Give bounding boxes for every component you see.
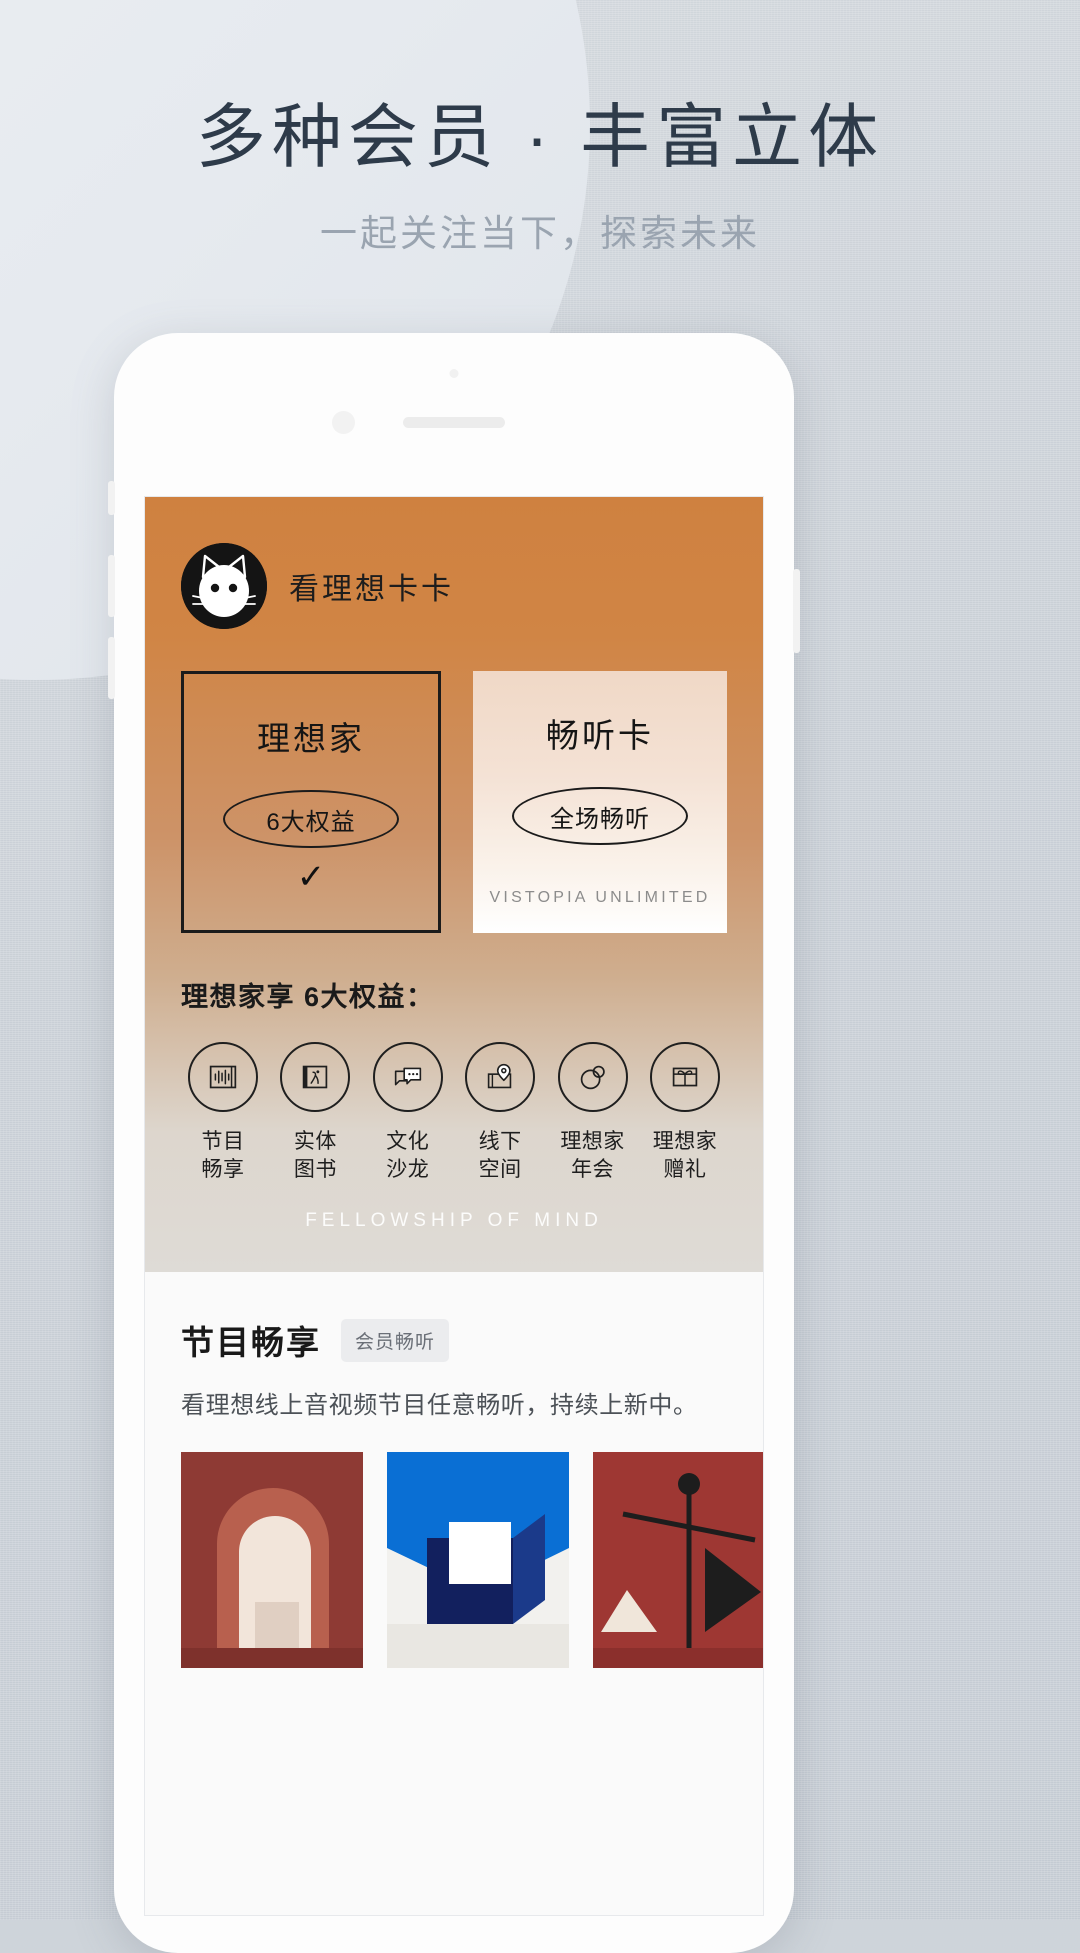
benefit-item-program[interactable]: 节目 畅享 <box>181 1042 265 1184</box>
phone-volume-up-button <box>108 555 115 617</box>
hero-footer-tagline: FELLOWSHIP OF MIND <box>305 1210 603 1231</box>
phone-mute-switch <box>108 481 115 515</box>
benefit-item-book[interactable]: 实体 图书 <box>273 1042 357 1184</box>
program-thumbnail-carousel[interactable] <box>181 1452 763 1668</box>
benefit-label: 理想家 赠礼 <box>643 1128 727 1184</box>
benefit-label: 理想家 年会 <box>551 1128 635 1184</box>
benefit-item-salon[interactable]: 文化 沙龙 <box>366 1042 450 1184</box>
benefit-label-line2: 畅享 <box>201 1158 245 1182</box>
benefits-list: 节目 畅享 实体 图书 文化 沙龙 线下 空间 理想家 年会 理想家 赠礼 <box>181 1042 727 1184</box>
benefit-label-line2: 空间 <box>478 1158 522 1182</box>
plan-benefit-pill: 全场畅听 <box>512 787 688 845</box>
map-pin-icon <box>465 1042 536 1112</box>
benefit-label-line2: 沙龙 <box>386 1158 430 1182</box>
benefit-label-line1: 线下 <box>478 1130 522 1153</box>
benefit-label: 线下 空间 <box>458 1128 542 1184</box>
membership-hero-card: 看理想卡卡 理想家 6大权益 ✓ 畅听卡 全场畅听 VISTOPIA UNLIM… <box>145 497 763 1272</box>
program-thumbnail-balance-scale[interactable] <box>593 1452 763 1668</box>
benefit-label-line1: 实体 <box>293 1130 337 1153</box>
benefit-label-line1: 文化 <box>386 1130 430 1153</box>
plan-card-changtingka[interactable]: 畅听卡 全场畅听 VISTOPIA UNLIMITED <box>473 671 727 933</box>
page-headline: 多种会员 · 丰富立体 <box>195 98 885 176</box>
page-subheadline: 一起关注当下，探索未来 <box>320 213 760 254</box>
plan-selected-check-icon: ✓ <box>296 858 326 896</box>
book-icon <box>280 1042 351 1112</box>
benefit-item-gift[interactable]: 理想家 赠礼 <box>643 1042 727 1184</box>
phone-earpiece-speaker <box>403 417 505 428</box>
benefit-label-line2: 图书 <box>293 1158 337 1182</box>
program-section-header: 节目畅享 会员畅听 <box>181 1316 727 1364</box>
benefit-label-line2: 年会 <box>571 1158 615 1182</box>
plan-title: 畅听卡 <box>546 717 654 754</box>
benefit-label-line1: 理想家 <box>560 1130 625 1153</box>
benefit-item-annual[interactable]: 理想家 年会 <box>551 1042 635 1184</box>
plan-benefit-pill: 6大权益 <box>223 790 399 848</box>
program-section-description: 看理想线上音视频节目任意畅听，持续上新中。 <box>181 1392 698 1419</box>
plan-title: 理想家 <box>257 720 365 757</box>
phone-front-camera <box>332 411 355 434</box>
audio-waveform-icon <box>188 1042 258 1112</box>
gift-box-icon <box>649 1042 720 1112</box>
benefit-label: 文化 沙龙 <box>366 1128 450 1184</box>
phone-volume-down-button <box>108 637 115 699</box>
phone-screen: 看理想卡卡 理想家 6大权益 ✓ 畅听卡 全场畅听 VISTOPIA UNLIM… <box>144 496 764 1916</box>
brand-name: 看理想卡卡 <box>289 573 454 606</box>
benefits-heading: 理想家享 6大权益： <box>181 982 435 1012</box>
program-thumbnail-blue-cube[interactable] <box>387 1452 569 1668</box>
plan-footer-label: VISTOPIA UNLIMITED <box>489 889 711 906</box>
benefit-label-line1: 节目 <box>201 1130 245 1153</box>
benefit-label-line1: 理想家 <box>652 1130 718 1153</box>
plan-selector: 理想家 6大权益 ✓ 畅听卡 全场畅听 VISTOPIA UNLIMITED <box>181 671 727 933</box>
cat-logo-icon <box>181 543 267 629</box>
benefit-label-line2: 赠礼 <box>663 1158 707 1182</box>
phone-sensor-dot <box>449 369 459 378</box>
phone-mockup: 看理想卡卡 理想家 6大权益 ✓ 畅听卡 全场畅听 VISTOPIA UNLIM… <box>108 333 800 1953</box>
plan-card-lixiangjia[interactable]: 理想家 6大权益 ✓ <box>181 671 441 933</box>
program-thumbnail-doorway[interactable] <box>181 1452 363 1668</box>
brand-row: 看理想卡卡 <box>181 497 727 629</box>
benefit-label: 节目 畅享 <box>181 1128 265 1184</box>
program-section-title: 节目畅享 <box>181 1324 321 1361</box>
program-section: 节目畅享 会员畅听 看理想线上音视频节目任意畅听，持续上新中。 <box>145 1272 763 1668</box>
speech-bubbles-icon <box>372 1042 443 1112</box>
status-badge: 会员畅听 <box>341 1318 450 1362</box>
benefit-label: 实体 图书 <box>273 1128 357 1184</box>
benefit-item-space[interactable]: 线下 空间 <box>458 1042 542 1184</box>
phone-power-button <box>793 569 800 653</box>
circles-icon <box>557 1042 628 1112</box>
